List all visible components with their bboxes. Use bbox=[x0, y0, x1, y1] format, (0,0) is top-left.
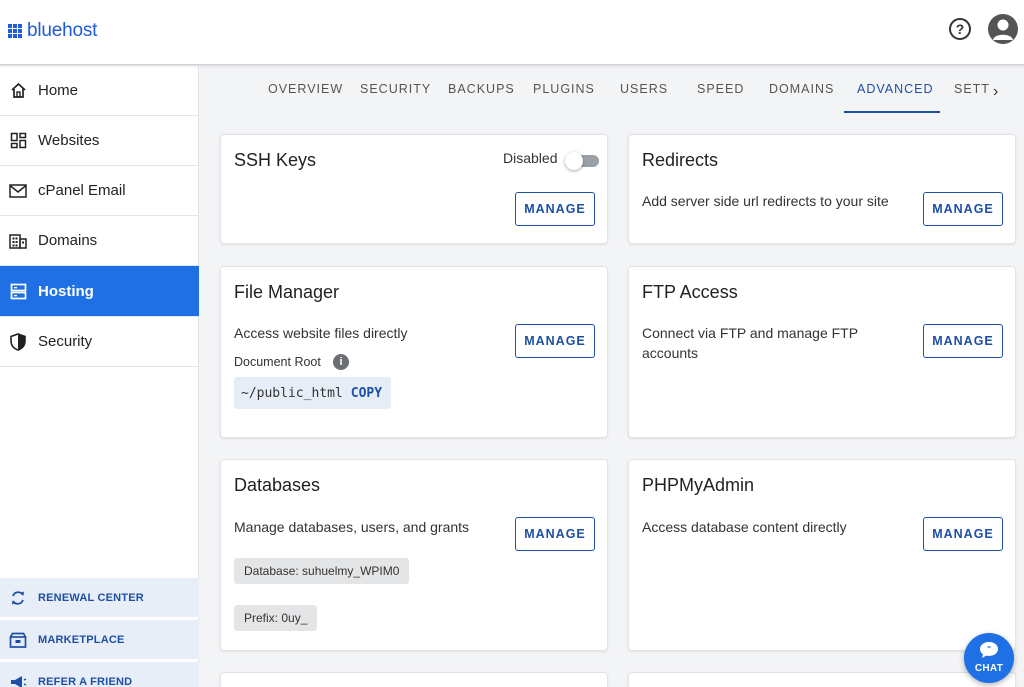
ssh-toggle[interactable] bbox=[565, 152, 599, 170]
megaphone-icon bbox=[8, 672, 28, 687]
sidebar-item-label: Security bbox=[38, 333, 93, 350]
sidebar-refer-a-friend[interactable]: REFER A FRIEND bbox=[0, 662, 199, 687]
document-root-label: Document Root bbox=[234, 355, 321, 369]
logo-grid-icon bbox=[8, 24, 22, 38]
websites-grid-icon bbox=[9, 132, 27, 150]
ftp-access-card: FTP Access Connect via FTP and manage FT… bbox=[628, 266, 1016, 438]
mail-icon bbox=[9, 182, 27, 200]
sidebar-item-label: cPanel Email bbox=[38, 182, 126, 199]
sidebar-item-label: Home bbox=[38, 82, 79, 99]
next-card-left bbox=[220, 672, 608, 687]
hosting-tabs: OVERVIEW SECURITY BACKUPS PLUGINS USERS … bbox=[200, 66, 1024, 114]
sidebar-item-cpanel-email[interactable]: cPanel Email bbox=[0, 166, 199, 216]
card-title: File Manager bbox=[234, 282, 340, 302]
refresh-icon bbox=[8, 588, 28, 608]
card-title: FTP Access bbox=[642, 282, 738, 302]
card-description-line1: Connect via FTP and manage FTP bbox=[642, 325, 859, 341]
card-title: Databases bbox=[234, 475, 321, 495]
redirects-card: Redirects Add server side url redirects … bbox=[628, 134, 1016, 244]
info-icon[interactable]: i bbox=[333, 354, 349, 370]
help-icon[interactable]: ? bbox=[949, 18, 971, 40]
sidebar-marketplace[interactable]: MARKETPLACE bbox=[0, 620, 199, 659]
tab-speed[interactable]: SPEED bbox=[697, 82, 744, 96]
ssh-manage-button[interactable]: MANAGE bbox=[515, 192, 595, 226]
databases-manage-button[interactable]: MANAGE bbox=[515, 517, 595, 551]
hosting-server-icon bbox=[9, 282, 27, 300]
sidebar-item-websites[interactable]: Websites bbox=[0, 116, 199, 166]
tab-overview[interactable]: OVERVIEW bbox=[268, 82, 343, 96]
database-name-chip: Database: suhuelmy_WPIM0 bbox=[234, 558, 410, 584]
redirects-manage-button[interactable]: MANAGE bbox=[923, 192, 1003, 226]
file-manager-card: File Manager Access website files direct… bbox=[220, 266, 608, 438]
card-description: Access database content directly bbox=[642, 519, 847, 535]
sidebar-item-security[interactable]: Security bbox=[0, 317, 199, 367]
sidebar-renewal-center[interactable]: RENEWAL CENTER bbox=[0, 578, 199, 617]
chat-bubble-icon: " bbox=[980, 642, 998, 658]
database-prefix-chip: Prefix: 0uy_ bbox=[234, 605, 318, 631]
tabs-next-chevron-icon[interactable]: › bbox=[993, 83, 998, 101]
shield-icon bbox=[9, 332, 27, 351]
sidebar-bottom-label: REFER A FRIEND bbox=[38, 675, 133, 687]
sidebar-bottom-label: MARKETPLACE bbox=[38, 633, 125, 646]
file-manager-manage-button[interactable]: MANAGE bbox=[515, 324, 595, 358]
marketplace-icon bbox=[8, 630, 28, 650]
sidebar: Home Websites cPanel Email Domains Hosti… bbox=[0, 66, 199, 687]
phpmyadmin-card: PHPMyAdmin Access database content direc… bbox=[628, 459, 1016, 651]
top-bar: bluehost ? bbox=[0, 0, 1024, 65]
avatar[interactable] bbox=[988, 14, 1018, 44]
card-title: PHPMyAdmin bbox=[642, 475, 755, 495]
tab-settings[interactable]: SETT bbox=[954, 82, 990, 96]
chat-label: CHAT bbox=[974, 663, 1004, 674]
tab-security[interactable]: SECURITY bbox=[360, 82, 431, 96]
sidebar-item-label: Domains bbox=[38, 232, 98, 249]
chat-button[interactable]: " CHAT bbox=[964, 633, 1014, 683]
sidebar-item-domains[interactable]: Domains bbox=[0, 216, 199, 266]
toggle-knob bbox=[565, 152, 583, 170]
home-icon bbox=[9, 82, 27, 100]
card-description: Manage databases, users, and grants bbox=[234, 519, 470, 535]
tab-plugins[interactable]: PLUGINS bbox=[533, 82, 595, 96]
next-card-right bbox=[628, 672, 1016, 687]
ftp-manage-button[interactable]: MANAGE bbox=[923, 324, 1003, 358]
databases-card: Databases Manage databases, users, and g… bbox=[220, 459, 608, 651]
user-avatar-icon bbox=[993, 19, 1013, 40]
copy-path-button[interactable]: COPY bbox=[351, 386, 382, 401]
ssh-keys-card: SSH Keys Disabled MANAGE bbox=[220, 134, 608, 244]
bluehost-logo[interactable]: bluehost bbox=[8, 20, 97, 42]
tab-advanced[interactable]: ADVANCED bbox=[857, 82, 934, 96]
phpmyadmin-manage-button[interactable]: MANAGE bbox=[923, 517, 1003, 551]
tab-domains[interactable]: DOMAINS bbox=[769, 82, 834, 96]
svg-text:": " bbox=[987, 645, 991, 654]
logo-text: bluehost bbox=[27, 20, 98, 41]
sidebar-item-label: Hosting bbox=[38, 282, 94, 300]
sidebar-bottom-label: RENEWAL CENTER bbox=[38, 591, 144, 604]
sidebar-item-hosting[interactable]: Hosting bbox=[0, 266, 199, 317]
domains-building-icon bbox=[9, 232, 27, 250]
ssh-toggle-label: Disabled bbox=[503, 150, 558, 166]
sidebar-item-home[interactable]: Home bbox=[0, 66, 199, 116]
active-tab-indicator bbox=[844, 111, 940, 113]
card-description: Add server side url redirects to your si… bbox=[642, 193, 889, 209]
card-description-line2: accounts bbox=[642, 345, 699, 361]
tab-backups[interactable]: BACKUPS bbox=[448, 82, 515, 96]
card-title: Redirects bbox=[642, 150, 719, 170]
document-root-path-box: ~/public_html COPY bbox=[234, 377, 392, 409]
sidebar-item-label: Websites bbox=[38, 132, 100, 149]
card-description: Access website files directly bbox=[234, 325, 408, 341]
tab-users[interactable]: USERS bbox=[620, 82, 668, 96]
card-title: SSH Keys bbox=[234, 150, 317, 170]
document-root-path: ~/public_html bbox=[241, 385, 343, 401]
